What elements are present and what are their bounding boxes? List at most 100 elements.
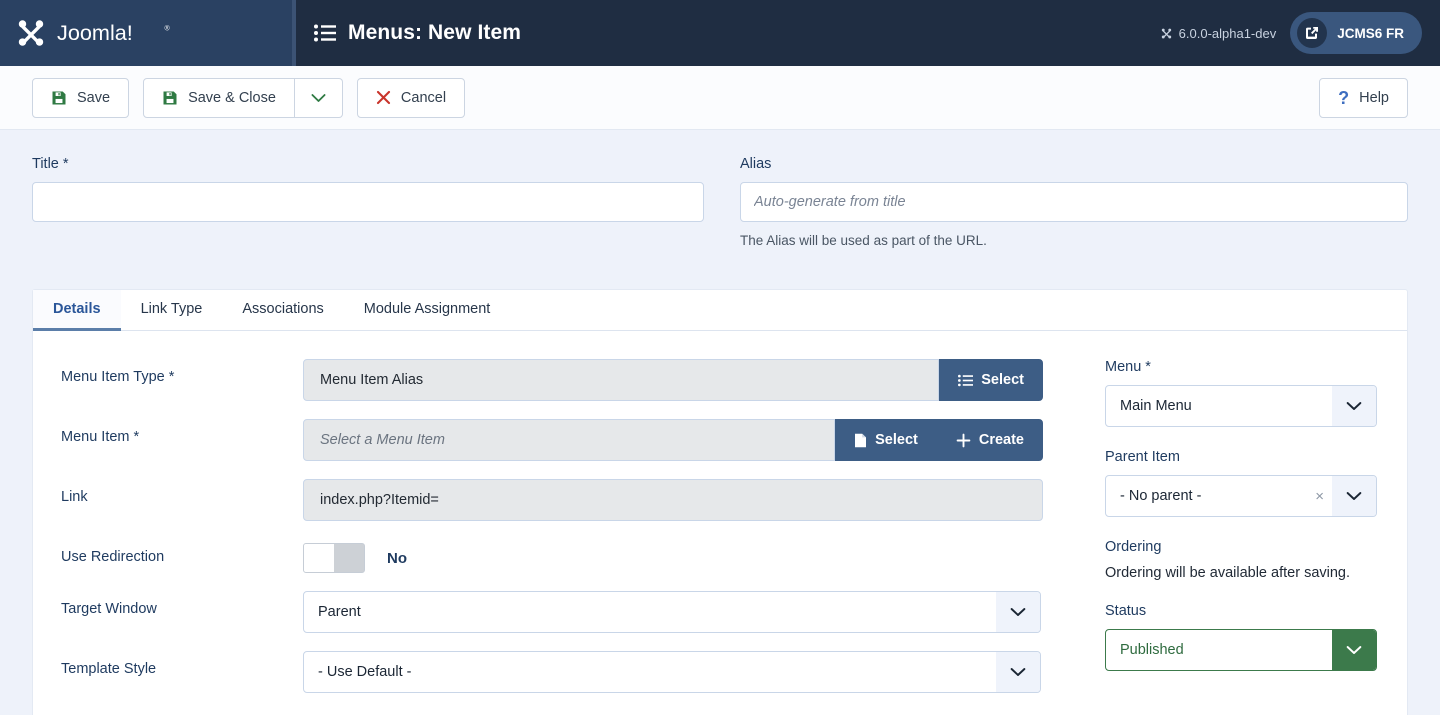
parent-item-select[interactable]: - No parent - × [1105, 475, 1377, 517]
alias-input[interactable] [740, 182, 1408, 222]
help-button-label: Help [1359, 89, 1389, 106]
top-fields-row: Title * Alias The Alias will be used as … [32, 130, 1408, 248]
version-badge: 6.0.0-alpha1-dev [1160, 26, 1276, 41]
title-input[interactable] [32, 182, 704, 222]
title-field-group: Title * [32, 156, 704, 248]
target-window-select[interactable]: Parent [303, 591, 1041, 633]
template-style-select[interactable]: - Use Default - [303, 651, 1041, 693]
menu-item-field: Select a Menu Item [303, 419, 836, 461]
toggle-track [334, 544, 364, 572]
help-button[interactable]: ? Help [1319, 77, 1408, 118]
menu-item-placeholder: Select a Menu Item [320, 432, 445, 448]
use-redirection-toggle-row: No [303, 539, 1043, 573]
visit-site-button[interactable]: JCMS6 FR [1290, 12, 1422, 54]
close-x-icon [376, 90, 390, 105]
chevron-down-icon [311, 93, 326, 102]
status-field-group: Status Published [1105, 603, 1377, 671]
page-title-text: Menus: New Item [348, 21, 522, 44]
cancel-button-label: Cancel [400, 89, 447, 106]
alias-help-text: The Alias will be used as part of the UR… [740, 233, 987, 248]
ordering-field-group: Ordering Ordering will be available afte… [1105, 539, 1377, 581]
chevron-down-icon [996, 592, 1040, 632]
details-main-column: Menu Item Type * Menu Item Alias Select … [33, 359, 1073, 711]
save-and-close-button[interactable]: Save & Close [143, 77, 295, 118]
title-label: Title * [32, 156, 69, 172]
tab-details-label: Details [53, 301, 101, 317]
menu-field-group: Menu * Main Menu [1105, 359, 1377, 427]
question-mark-icon: ? [1338, 87, 1350, 108]
parent-item-field-group: Parent Item - No parent - × [1105, 449, 1377, 517]
list-icon [958, 374, 974, 386]
parent-item-value: - No parent - [1120, 488, 1202, 504]
menu-item-create-label: Create [978, 432, 1024, 448]
menu-item-select-button[interactable]: Select [835, 419, 937, 461]
save-options-dropdown-button[interactable] [294, 77, 343, 118]
tab-details[interactable]: Details [33, 290, 121, 331]
floppy-disk-icon [163, 91, 177, 104]
clear-x-icon[interactable]: × [1315, 476, 1332, 516]
joomla-logo: Joomla! ® [14, 16, 187, 50]
link-control: index.php?Itemid= [303, 479, 1043, 521]
tab-module-assignment[interactable]: Module Assignment [344, 290, 511, 331]
menu-item-create-button[interactable]: Create [936, 419, 1043, 461]
status-value: Published [1120, 642, 1184, 658]
status-select[interactable]: Published [1105, 629, 1377, 671]
chevron-down-icon [996, 652, 1040, 692]
menu-item-control: Select a Menu Item Select Create [303, 419, 1043, 461]
joomla-mark-icon [18, 20, 44, 46]
save-button-label: Save [77, 89, 111, 106]
target-window-value: Parent [318, 604, 361, 620]
menu-label: Menu * [1105, 359, 1151, 375]
template-style-value: - Use Default - [318, 664, 412, 680]
alias-field-group: Alias The Alias will be used as part of … [740, 156, 1408, 248]
tab-associations[interactable]: Associations [222, 290, 343, 331]
external-link-icon [1297, 18, 1328, 48]
ordering-label: Ordering [1105, 539, 1162, 555]
use-redirection-control: No [303, 539, 1043, 573]
menu-item-group: Select a Menu Item Select Create [303, 419, 1043, 461]
brand-logo[interactable]: Joomla! ® [0, 0, 292, 66]
details-card: Details Link Type Associations Module As… [32, 289, 1408, 715]
page-title: Menus: New Item [296, 0, 1160, 66]
template-style-control: - Use Default - [303, 651, 1043, 693]
menu-select[interactable]: Main Menu [1105, 385, 1377, 427]
target-window-label: Target Window [61, 601, 157, 617]
menu-item-type-row: Menu Item Type * Menu Item Alias Select [61, 359, 1073, 401]
menu-value: Main Menu [1120, 398, 1192, 414]
tab-bar: Details Link Type Associations Module As… [33, 290, 1407, 331]
plus-icon [956, 433, 971, 447]
tab-link-type[interactable]: Link Type [121, 290, 223, 331]
use-redirection-row: Use Redirection No [61, 539, 1073, 573]
menu-item-type-select-button[interactable]: Select [939, 359, 1043, 401]
page-content: Title * Alias The Alias will be used as … [0, 130, 1440, 715]
menu-item-label: Menu Item * [61, 429, 140, 445]
svg-text:®: ® [164, 24, 169, 32]
joomla-wordmark-icon: Joomla! ® [57, 20, 170, 45]
link-label: Link [61, 489, 88, 505]
cancel-button[interactable]: Cancel [356, 77, 466, 118]
toolbar: Save Save & Close Cancel ? Help [0, 66, 1440, 130]
menu-item-row: Menu Item * Select a Menu Item Select Cr… [61, 419, 1073, 461]
chevron-down-icon [1332, 386, 1376, 426]
parent-item-label: Parent Item [1105, 449, 1180, 465]
joomla-mark-icon-small [1161, 28, 1171, 38]
status-label: Status [1105, 603, 1147, 619]
floppy-disk-icon [52, 91, 66, 104]
svg-text:Joomla!: Joomla! [57, 20, 133, 45]
details-tab-panel: Menu Item Type * Menu Item Alias Select … [33, 331, 1407, 711]
use-redirection-state: No [387, 549, 407, 567]
details-sidebar-column: Menu * Main Menu Parent Item - No parent [1073, 359, 1407, 711]
ordering-note: Ordering will be available after saving. [1105, 565, 1351, 581]
menu-item-type-group: Menu Item Alias Select [303, 359, 1043, 401]
save-and-close-label: Save & Close [188, 89, 276, 106]
save-button[interactable]: Save [32, 77, 130, 118]
tab-link-type-label: Link Type [140, 301, 203, 317]
template-style-label: Template Style [61, 661, 157, 677]
link-value: index.php?Itemid= [303, 479, 1043, 521]
use-redirection-toggle[interactable] [303, 543, 365, 573]
tab-associations-label: Associations [242, 301, 324, 317]
alias-label: Alias [740, 156, 772, 172]
template-style-row: Template Style - Use Default - [61, 651, 1073, 693]
menu-item-select-label: Select [875, 432, 918, 448]
list-icon [314, 24, 336, 42]
